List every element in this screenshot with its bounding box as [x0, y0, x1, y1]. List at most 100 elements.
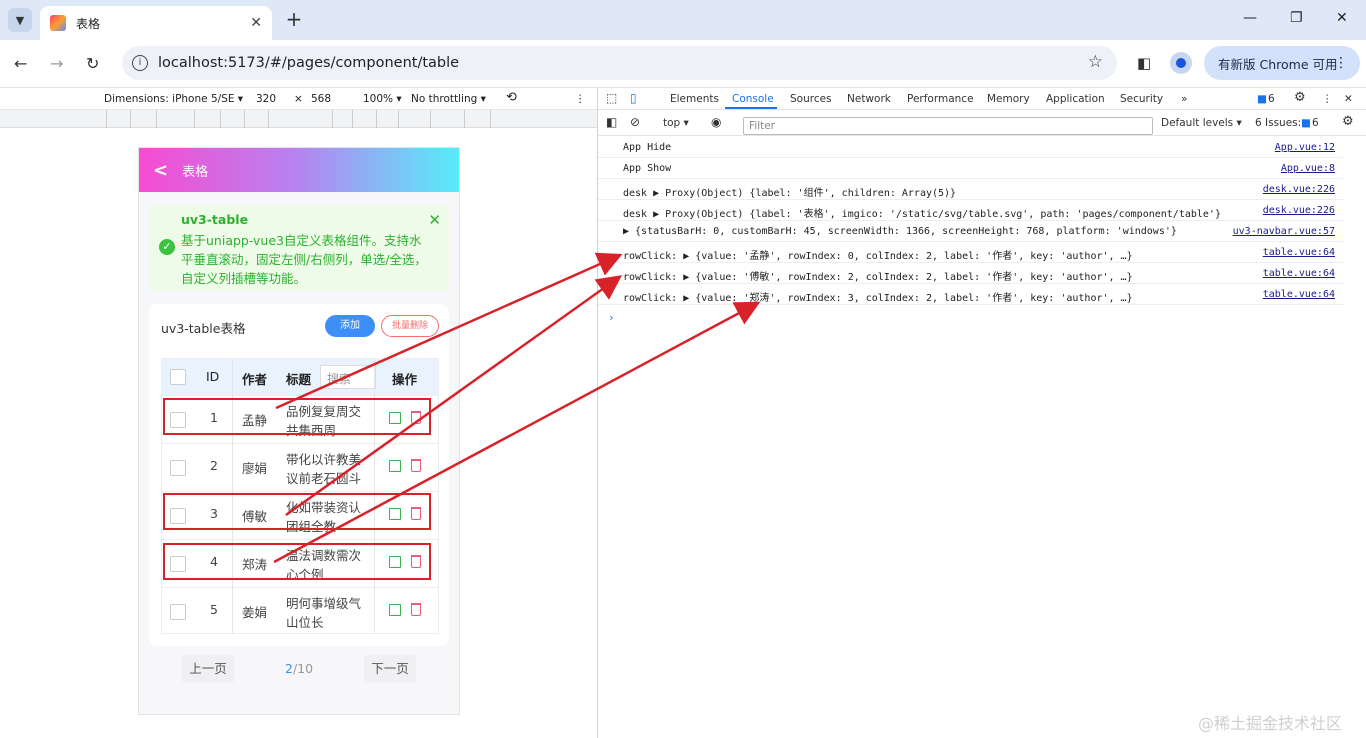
devtools-close-icon[interactable]: ✕	[1344, 93, 1353, 105]
table-row[interactable]: 5 姜娟 明何事增级气 山位长	[162, 587, 438, 633]
add-button[interactable]: 添加	[325, 315, 375, 337]
console-toolbar: ◧ ⊘ top ▾ ◉ Filter Default levels ▾ 6 Is…	[598, 110, 1366, 136]
console-settings-gear-icon[interactable]: ⚙	[1342, 114, 1354, 129]
new-tab-button[interactable]: +	[283, 8, 305, 30]
row-author[interactable]: 姜娟	[242, 602, 267, 621]
row-author[interactable]: 廖娟	[242, 458, 267, 477]
log-source-link[interactable]: table.vue:64	[1263, 268, 1335, 279]
tab-sources[interactable]: Sources	[790, 93, 832, 105]
edit-icon[interactable]	[389, 460, 401, 472]
back-icon[interactable]: ←	[14, 54, 27, 73]
log-source-link[interactable]: App.vue:12	[1275, 142, 1335, 153]
close-icon[interactable]: ✕	[428, 211, 441, 229]
batch-delete-button[interactable]: 批量删除	[381, 315, 439, 337]
tab-title: 表格	[76, 16, 101, 31]
tab-memory[interactable]: Memory	[987, 93, 1030, 105]
close-icon[interactable]: ✕	[250, 15, 262, 31]
update-label: 有新版 Chrome 可用	[1218, 56, 1338, 72]
log-source-link[interactable]: App.vue:8	[1281, 163, 1335, 174]
table-row[interactable]: 2 廖娟 带化以许教美 议前老石圆斗	[162, 443, 438, 491]
height-input[interactable]: 568	[311, 93, 331, 105]
sidebar-toggle-icon[interactable]: ◧	[606, 115, 617, 129]
trash-icon[interactable]	[411, 603, 421, 616]
prev-page-button[interactable]: 上一页	[182, 655, 234, 683]
rotate-icon[interactable]: ⟲	[506, 90, 517, 105]
update-chrome-button[interactable]: 有新版 Chrome 可用 ⋮	[1204, 46, 1360, 80]
trash-icon[interactable]	[411, 459, 421, 472]
issues-label[interactable]: 6 Issues:	[1255, 117, 1301, 129]
width-input[interactable]: 320	[256, 93, 276, 105]
tab-search-button[interactable]: ▼	[8, 8, 32, 32]
restore-icon[interactable]: ❐	[1290, 10, 1303, 26]
profile-avatar[interactable]	[1170, 52, 1192, 74]
console-log-entry[interactable]: rowClick: ▶ {value: '孟静', rowIndex: 0, c…	[598, 242, 1343, 263]
log-source-link[interactable]: uv3-navbar.vue:57	[1233, 226, 1335, 237]
notice-title: uv3-table	[181, 212, 249, 227]
tab-security[interactable]: Security	[1120, 93, 1163, 105]
side-panel-icon[interactable]: ◧	[1137, 54, 1151, 72]
log-source-link[interactable]: desk.vue:226	[1263, 205, 1335, 216]
log-source-link[interactable]: table.vue:64	[1263, 289, 1335, 300]
console-log-entry[interactable]: ▶ {statusBarH: 0, customBarH: 45, screen…	[598, 221, 1343, 242]
row-title-line2: 议前老石圆斗	[286, 471, 362, 486]
reload-icon[interactable]: ↻	[86, 54, 99, 73]
log-source-link[interactable]: table.vue:64	[1263, 247, 1335, 258]
browser-tab[interactable]: 表格 ✕	[40, 6, 272, 40]
log-message: desk ▶ Proxy(Object) {label: '表格', imgic…	[623, 209, 1221, 220]
console-log-entry[interactable]: rowClick: ▶ {value: '傅敏', rowIndex: 2, c…	[598, 263, 1343, 284]
device-toolbar: Dimensions: iPhone 5/SE ▾ 320 × 568 100%…	[0, 88, 597, 110]
log-source-link[interactable]: desk.vue:226	[1263, 184, 1335, 195]
console-log-entry[interactable]: desk ▶ Proxy(Object) {label: '组件', child…	[598, 179, 1343, 200]
log-levels-select[interactable]: Default levels ▾	[1161, 117, 1242, 129]
device-select[interactable]: Dimensions: iPhone 5/SE ▾	[104, 93, 243, 105]
forward-icon[interactable]: →	[50, 54, 63, 73]
log-message: App Show	[623, 163, 672, 174]
url-text: localhost:5173/#/pages/component/table	[158, 55, 460, 71]
window-close-icon[interactable]: ✕	[1336, 10, 1348, 26]
row-checkbox[interactable]	[170, 460, 186, 476]
console-log-entry[interactable]: rowClick: ▶ {value: '郑涛', rowIndex: 3, c…	[598, 284, 1343, 305]
inspect-element-icon[interactable]: ⬚	[606, 91, 617, 105]
address-bar[interactable]: i localhost:5173/#/pages/component/table…	[122, 46, 1117, 80]
site-info-icon[interactable]: i	[132, 55, 148, 71]
back-chevron-icon[interactable]: <	[153, 160, 168, 181]
devtools-more-icon[interactable]: ⋮	[1322, 93, 1333, 105]
tab-application[interactable]: Application	[1046, 93, 1105, 105]
pagination: 上一页 2/10 下一页	[139, 653, 459, 687]
tab-performance[interactable]: Performance	[907, 93, 974, 105]
device-toggle-icon[interactable]: ▯	[630, 91, 637, 105]
tab-console[interactable]: Console	[732, 93, 774, 105]
tab-network[interactable]: Network	[847, 93, 891, 105]
more-menu-icon[interactable]: ⋮	[1334, 55, 1348, 71]
more-tabs-icon[interactable]: »	[1181, 93, 1187, 105]
devtools-tabbar: ⬚ ▯ Elements Console Sources Network Per…	[598, 88, 1366, 110]
notice-text: 基于uniapp-vue3自定义表格组件。支持水平垂直滚动，固定左侧/右侧列，单…	[181, 233, 427, 286]
throttle-select[interactable]: No throttling ▾	[411, 93, 486, 105]
zoom-select[interactable]: 100% ▾	[363, 93, 402, 105]
clear-console-icon[interactable]: ⊘	[630, 115, 640, 129]
select-all-checkbox[interactable]	[170, 369, 186, 385]
times-sign: ×	[294, 93, 303, 105]
context-select[interactable]: top ▾	[663, 117, 689, 129]
card-title: uv3-table表格	[161, 321, 246, 336]
title-search-input[interactable]: 搜索	[320, 365, 376, 389]
settings-gear-icon[interactable]: ⚙	[1294, 90, 1306, 105]
console-log-entry[interactable]: App Show App.vue:8	[598, 158, 1343, 179]
edit-icon[interactable]	[389, 604, 401, 616]
row-checkbox[interactable]	[170, 604, 186, 620]
log-message: rowClick: ▶ {value: '傅敏', rowIndex: 2, c…	[623, 272, 1133, 283]
minimize-icon[interactable]: —	[1243, 10, 1257, 26]
table-header: ID 作者 标题 搜索 操作	[162, 359, 438, 395]
bookmark-star-icon[interactable]: ☆	[1088, 52, 1103, 72]
console-log-entry[interactable]: desk ▶ Proxy(Object) {label: '表格', imgic…	[598, 200, 1343, 221]
console-prompt[interactable]: ›	[608, 311, 615, 324]
console-log-entry[interactable]: App Hide App.vue:12	[598, 137, 1343, 158]
issue-icon: ■	[1301, 117, 1311, 129]
device-more-icon[interactable]: ⋮	[575, 93, 586, 105]
header-author[interactable]: 作者	[242, 369, 267, 388]
next-page-button[interactable]: 下一页	[364, 655, 416, 683]
tab-elements[interactable]: Elements	[670, 93, 719, 105]
filter-input[interactable]: Filter	[743, 117, 1153, 135]
eye-icon[interactable]: ◉	[711, 115, 721, 129]
message-badge-icon[interactable]: ■	[1257, 93, 1267, 105]
